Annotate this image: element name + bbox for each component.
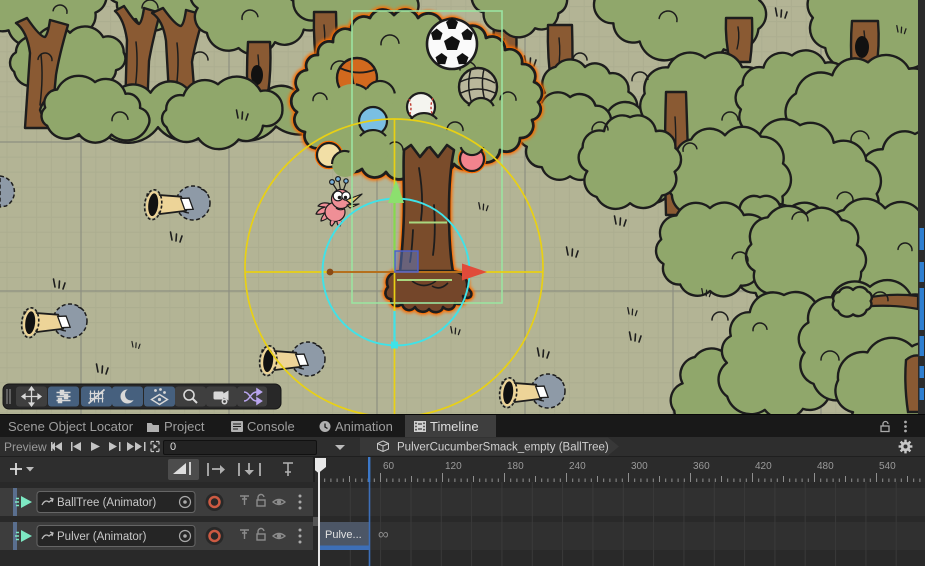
svg-text:BallTree (Animator): BallTree (Animator) <box>57 497 156 509</box>
svg-text:540: 540 <box>879 461 896 472</box>
svg-text:300: 300 <box>631 461 648 472</box>
svg-text:240: 240 <box>569 461 586 472</box>
svg-text:PulverCucumberSmack_empty (Bal: PulverCucumberSmack_empty (BallTree) <box>397 442 609 454</box>
svg-text:420: 420 <box>755 461 772 472</box>
svg-text:Pulver (Animator): Pulver (Animator) <box>57 531 147 543</box>
svg-text:120: 120 <box>445 461 462 472</box>
svg-text:60: 60 <box>383 461 395 472</box>
svg-text:480: 480 <box>817 461 834 472</box>
svg-text:∞: ∞ <box>378 526 389 543</box>
svg-text:360: 360 <box>693 461 710 472</box>
svg-text:Pulve...: Pulve... <box>325 529 362 541</box>
svg-text:180: 180 <box>507 461 524 472</box>
